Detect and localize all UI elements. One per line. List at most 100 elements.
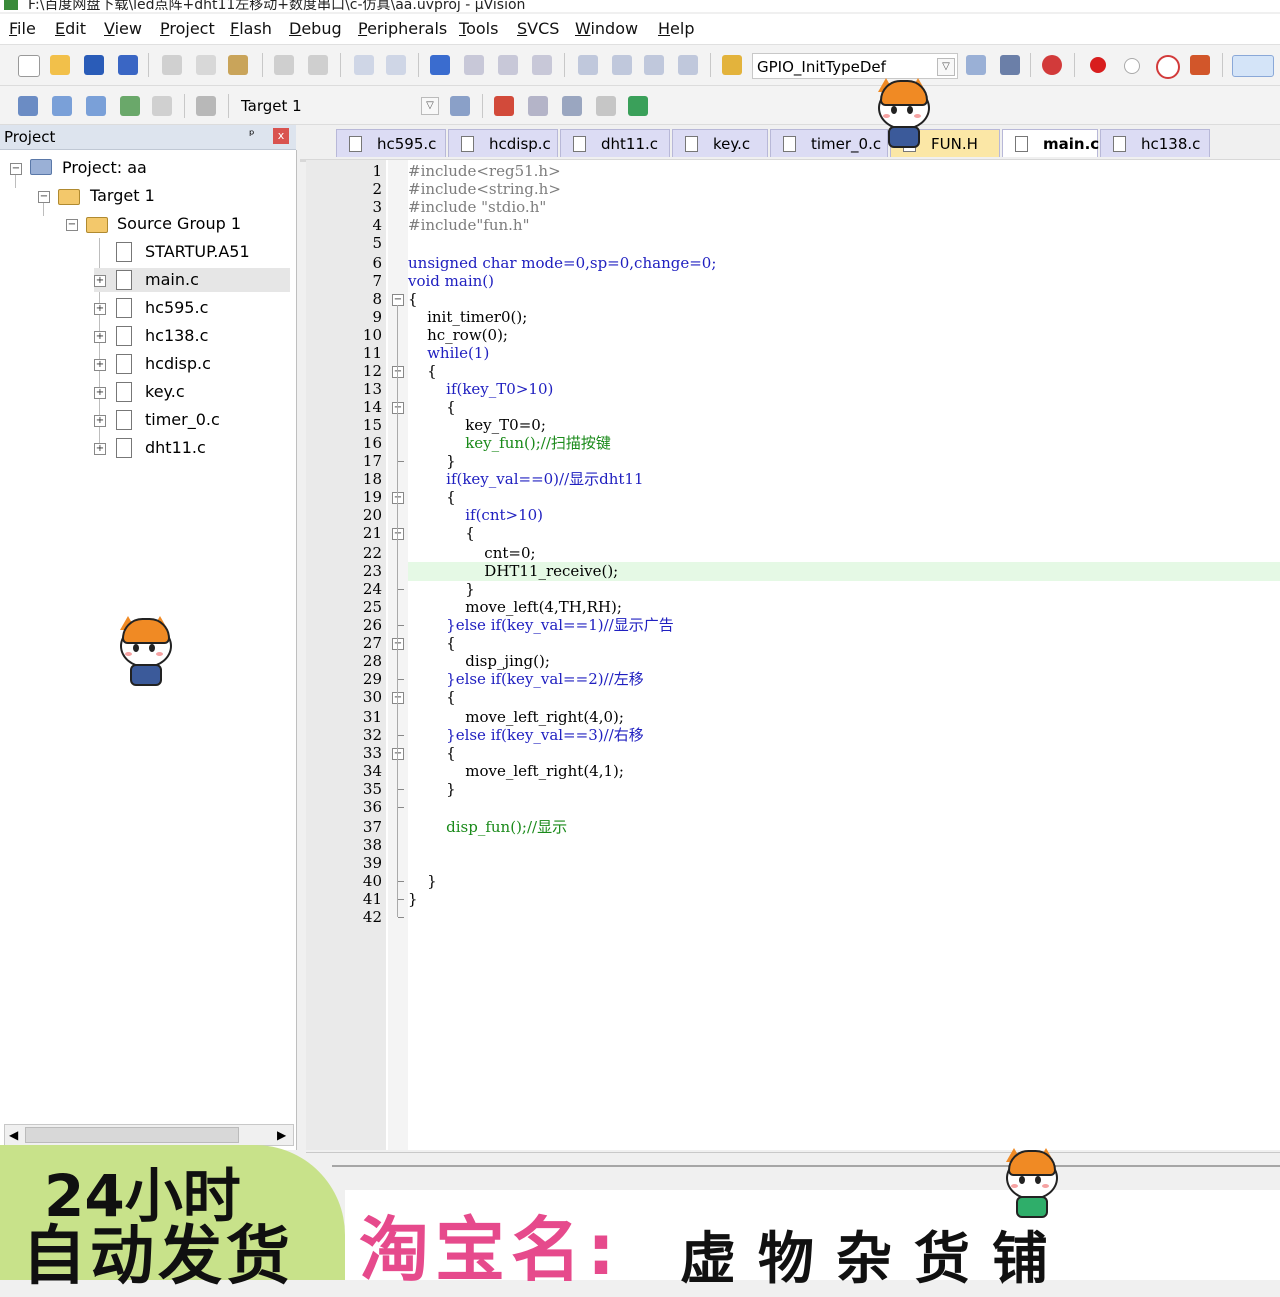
menu-file[interactable]: File [9, 19, 36, 38]
fold-toggle-icon[interactable]: − [392, 366, 404, 378]
kill-all-breakpoints-icon[interactable] [1190, 55, 1210, 75]
indent-icon[interactable] [578, 55, 598, 75]
chevron-down-icon[interactable]: ▽ [421, 97, 439, 115]
menu-svcs[interactable]: SVCS [517, 19, 559, 38]
code-line: hc_row(0); [408, 326, 508, 344]
copy-icon[interactable] [196, 55, 216, 75]
line-number: 24 [362, 580, 382, 598]
menu-peripherals[interactable]: Peripherals [358, 19, 447, 38]
navigate-forward-icon[interactable] [386, 55, 406, 75]
project-horizontal-scrollbar[interactable]: ◀ ▶ [4, 1124, 294, 1146]
scroll-right-icon[interactable]: ▶ [277, 1125, 286, 1145]
menu-help[interactable]: Help [658, 19, 694, 38]
window-layout-icon[interactable] [1232, 55, 1274, 77]
stop-build-icon[interactable] [152, 96, 172, 116]
translate-icon[interactable] [18, 96, 38, 116]
paste-icon[interactable] [228, 55, 248, 75]
navigate-back-icon[interactable] [354, 55, 374, 75]
incremental-find-icon[interactable] [1000, 55, 1020, 75]
debug-session-icon[interactable] [1042, 55, 1062, 75]
menu-tools[interactable]: Tools [459, 19, 498, 38]
build-icon[interactable] [52, 96, 72, 116]
software-packs-icon[interactable] [628, 96, 648, 116]
menu-edit[interactable]: Edit [55, 19, 86, 38]
toolbar-separator [418, 53, 419, 77]
menu-debug[interactable]: Debug [289, 19, 342, 38]
expand-icon[interactable]: + [94, 303, 106, 315]
tab-timer0[interactable]: timer_0.c [770, 129, 888, 157]
manage-project-items-icon[interactable] [494, 96, 514, 116]
clear-bookmarks-icon[interactable] [532, 55, 552, 75]
tree-file-selected[interactable]: + main.c [94, 268, 290, 292]
unindent-icon[interactable] [612, 55, 632, 75]
code-line: } [408, 890, 418, 908]
select-packs-icon[interactable] [528, 96, 548, 116]
comment-icon[interactable] [644, 55, 664, 75]
batch-build-icon[interactable] [120, 96, 140, 116]
manage-rte-icon[interactable] [562, 96, 582, 116]
expand-icon[interactable]: + [94, 415, 106, 427]
find-in-files-icon[interactable] [722, 55, 742, 75]
kill-breakpoints-icon[interactable] [1156, 55, 1180, 79]
target-combo[interactable]: Target 1 ▽ [236, 92, 442, 118]
fold-toggle-icon[interactable]: − [392, 748, 404, 760]
menu-view[interactable]: View [104, 19, 142, 38]
disable-breakpoint-icon[interactable] [1124, 58, 1140, 74]
breakpoint-icon[interactable] [1090, 57, 1106, 73]
expand-icon[interactable]: + [94, 331, 106, 343]
scroll-thumb[interactable] [25, 1127, 239, 1143]
expand-icon[interactable]: + [94, 443, 106, 455]
rebuild-icon[interactable] [86, 96, 106, 116]
collapse-icon[interactable]: − [10, 163, 22, 175]
next-bookmark-icon[interactable] [498, 55, 518, 75]
fold-toggle-icon[interactable]: − [392, 638, 404, 650]
tab-hc595[interactable]: hc595.c [336, 129, 446, 157]
close-icon[interactable]: x [273, 128, 289, 144]
redo-icon[interactable] [308, 55, 328, 75]
collapse-icon[interactable]: − [38, 191, 50, 203]
undo-icon[interactable] [274, 55, 294, 75]
tab-label: dht11.c [601, 135, 659, 153]
cut-icon[interactable] [162, 55, 182, 75]
tab-hcdisp[interactable]: hcdisp.c [448, 129, 558, 157]
line-number: 19 [362, 488, 382, 506]
expand-icon[interactable]: + [94, 359, 106, 371]
uncomment-icon[interactable] [678, 55, 698, 75]
menu-flash[interactable]: Flash [230, 19, 272, 38]
code-line: { [408, 362, 437, 380]
folder-icon [86, 217, 108, 233]
menu-window[interactable]: Window [575, 19, 638, 38]
menu-project[interactable]: Project [160, 19, 215, 38]
toolbar-separator [564, 53, 565, 77]
bookmark-icon[interactable] [430, 55, 450, 75]
fold-toggle-icon[interactable]: − [392, 528, 404, 540]
collapse-icon[interactable]: − [66, 219, 78, 231]
fold-toggle-icon[interactable]: − [392, 492, 404, 504]
fold-toggle-icon[interactable]: − [392, 294, 404, 306]
prev-bookmark-icon[interactable] [464, 55, 484, 75]
save-icon[interactable] [84, 55, 104, 75]
find-icon[interactable] [966, 55, 986, 75]
tab-key[interactable]: key.c [672, 129, 768, 157]
download-icon[interactable] [196, 96, 216, 116]
tab-main[interactable]: main.c [1002, 129, 1099, 157]
expand-icon[interactable]: + [94, 387, 106, 399]
chevron-down-icon[interactable]: ▽ [937, 58, 955, 76]
target-options-icon[interactable] [450, 96, 470, 116]
code-line: key_T0=0; [408, 416, 546, 434]
tab-dht11[interactable]: dht11.c [560, 129, 670, 157]
code-editor[interactable]: 1 2 3 4 5 6 7 8 9 10 11 12 13 14 15 16 17 18 19 20 21 22 23 24 2… [306, 160, 1280, 1150]
scroll-left-icon[interactable]: ◀ [9, 1125, 18, 1145]
open-file-icon[interactable] [50, 55, 70, 75]
pack-installer-icon[interactable] [596, 96, 616, 116]
file-icon [116, 270, 132, 290]
expand-icon[interactable]: + [94, 275, 106, 287]
tab-hc138[interactable]: hc138.c [1100, 129, 1210, 157]
new-file-icon[interactable] [18, 55, 40, 77]
fold-toggle-icon[interactable]: − [392, 402, 404, 414]
pin-icon[interactable]: ᵖ [249, 128, 255, 143]
find-combo[interactable]: GPIO_InitTypeDef ▽ [752, 53, 958, 79]
save-all-icon[interactable] [118, 55, 138, 75]
line-number: 29 [362, 670, 382, 688]
fold-toggle-icon[interactable]: − [392, 692, 404, 704]
